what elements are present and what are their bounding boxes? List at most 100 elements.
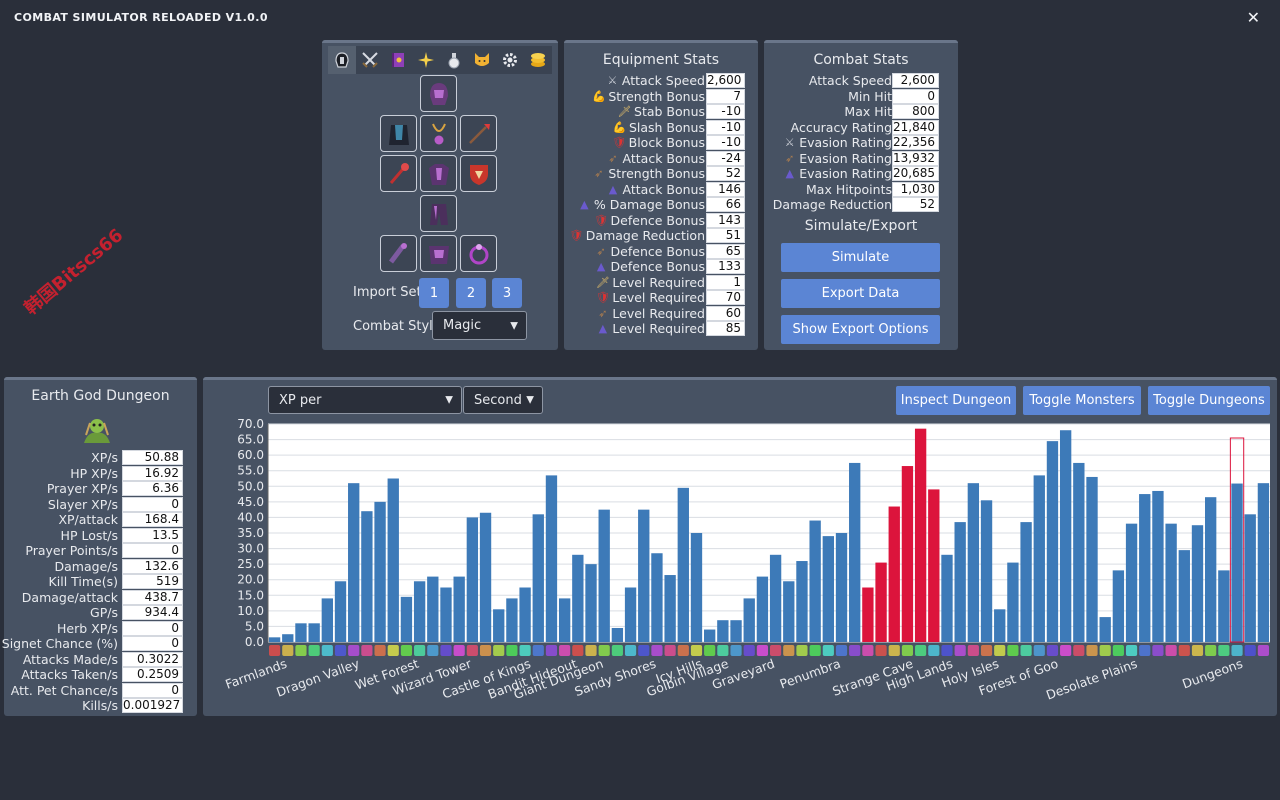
chart-bar — [1218, 570, 1230, 642]
equipment-stat-value: 133 — [706, 259, 745, 275]
monster-icon — [348, 645, 360, 656]
dungeon-stat-row: Prayer Points/s 0 — [4, 543, 197, 559]
dungeon-stat-row: Attacks Made/s 0.3022 — [4, 651, 197, 668]
stat-icon: 🛡 — [595, 291, 610, 305]
dungeon-stat-label: Prayer Points/s — [25, 543, 118, 559]
stat-icon: ➶ — [785, 151, 795, 165]
combat-stat-value: 1,030 — [892, 181, 939, 197]
monster-icon — [479, 645, 492, 656]
chart-bar — [440, 587, 452, 642]
body-slot[interactable] — [420, 155, 457, 192]
combat-stat-label: Max Hit — [844, 104, 892, 120]
monster-icon — [717, 645, 729, 656]
spellbook-icon[interactable] — [384, 46, 412, 74]
import-set-1-button[interactable]: 1 — [419, 278, 449, 308]
dungeon-stat-value: 50.88 — [122, 450, 183, 466]
cat-icon[interactable] — [468, 46, 496, 74]
close-icon[interactable]: ✕ — [1247, 8, 1260, 27]
equipment-stat-row: ➶ Attack Bonus -24 — [564, 150, 758, 167]
swords-icon[interactable] — [356, 46, 384, 74]
chart-bar — [334, 581, 347, 642]
import-set-2-button[interactable]: 2 — [456, 278, 486, 308]
monster-icon — [440, 645, 452, 656]
dungeon-stat-label: Signet Chance (%) — [1, 636, 118, 652]
equipment-stat-value: 51 — [706, 228, 745, 244]
panel-accent — [764, 40, 958, 43]
monster-icon — [677, 645, 689, 656]
monster-icon — [1099, 645, 1111, 656]
helmet-icon[interactable] — [328, 46, 356, 74]
cape-slot[interactable] — [380, 115, 417, 152]
quiver-slot[interactable] — [460, 115, 497, 152]
chart-bar — [717, 620, 729, 642]
legs-slot[interactable] — [420, 195, 457, 232]
dungeon-stat-label: Kills/s — [82, 698, 118, 714]
x-group-label: Desolate Plains — [1044, 656, 1139, 703]
equipment-stat-row: ➶ Level Required 60 — [564, 305, 758, 322]
monster-icon — [1139, 645, 1151, 656]
equipment-stat-label-group: 🗡 Stab Bonus — [617, 104, 705, 119]
dungeon-stat-row: Attacks Taken/s 0.2509 — [4, 667, 197, 683]
monster-icon — [915, 645, 927, 656]
chart-bar — [361, 511, 373, 642]
boots-slot[interactable] — [420, 235, 457, 272]
stat-icon: ▲ — [598, 322, 608, 336]
combat-stat-row: Attack Speed 2,600 — [764, 73, 958, 89]
equipment-stat-row: 🛡 Damage Reduction 51 — [564, 228, 758, 244]
dungeon-stat-value: 0.2509 — [122, 667, 183, 683]
equipment-stat-label: Block Bonus — [628, 135, 705, 151]
helmet-slot[interactable] — [420, 75, 457, 112]
chart-bar — [1152, 490, 1164, 642]
weapon-slot[interactable] — [380, 155, 417, 192]
combat-style-select[interactable]: Magic ▼ — [432, 311, 527, 340]
dungeon-stat-value: 0.3022 — [122, 651, 183, 667]
monster-icon — [1191, 645, 1204, 656]
amulet-slot[interactable] — [420, 115, 457, 152]
equipment-stat-row: 🛡 Defence Bonus 143 — [564, 212, 758, 229]
show-export-options-button[interactable]: Show Export Options — [781, 315, 940, 344]
monster-icon — [796, 645, 808, 656]
export-data-button[interactable]: Export Data — [781, 279, 940, 308]
ring-slot[interactable] — [460, 235, 497, 272]
dungeon-stat-value: 16.92 — [122, 465, 183, 481]
combat-stat-label: Damage Reduction — [772, 197, 892, 213]
dungeon-stat-label: Slayer XP/s — [47, 496, 118, 512]
equipment-stat-row: 🛡 Level Required 70 — [564, 290, 758, 306]
combat-stat-row: Min Hit 0 — [764, 88, 958, 105]
monster-icon — [427, 645, 439, 656]
sparkle-icon[interactable] — [412, 46, 440, 74]
monster-icon — [308, 645, 320, 656]
potion-icon[interactable] — [440, 46, 468, 74]
equipment-stat-row: ▲ % Damage Bonus 66 — [564, 197, 758, 213]
simulate-button[interactable]: Simulate — [781, 243, 940, 272]
gloves-slot[interactable] — [380, 235, 417, 272]
y-tick-label: 25.0 — [237, 557, 264, 571]
gear-icon[interactable] — [496, 46, 524, 74]
combat-stat-label-group: Max Hit — [844, 104, 892, 119]
monster-icon — [506, 645, 518, 656]
import-set-label: Import Set — [353, 285, 422, 300]
dungeon-stat-label: GP/s — [90, 605, 118, 621]
equipment-stat-value: 52 — [706, 166, 745, 182]
dungeon-stat-row: Damage/attack 438.7 — [4, 589, 197, 606]
dungeon-stat-value: 132.6 — [122, 558, 183, 574]
chart-bar — [572, 554, 584, 642]
chart-bar — [1086, 476, 1098, 642]
chart-bar — [308, 623, 320, 642]
monster-icon — [1257, 645, 1269, 656]
monster-icon — [321, 645, 333, 656]
equipment-stat-value: 65 — [706, 243, 745, 259]
chart-bar — [532, 514, 544, 642]
equipment-stat-label-group: 🛡 Level Required — [595, 290, 705, 305]
equipment-stat-value: 2,600 — [706, 73, 745, 89]
dungeon-stat-value: 6.36 — [122, 481, 183, 497]
coins-icon[interactable] — [524, 46, 552, 74]
dungeon-stat-label: Damage/attack — [21, 589, 118, 605]
y-tick-label: 30.0 — [237, 542, 264, 556]
shield-slot[interactable] — [460, 155, 497, 192]
chart-bar — [743, 598, 755, 642]
dungeon-stat-value: 0 — [122, 543, 183, 559]
dungeon-stat-value: 934.4 — [122, 605, 183, 621]
import-set-3-button[interactable]: 3 — [492, 278, 522, 308]
xp-bar-chart[interactable]: 0.0 5.010.0 15.020.0 25.030.0 35.0 40.045.0 50… — [203, 377, 1277, 716]
